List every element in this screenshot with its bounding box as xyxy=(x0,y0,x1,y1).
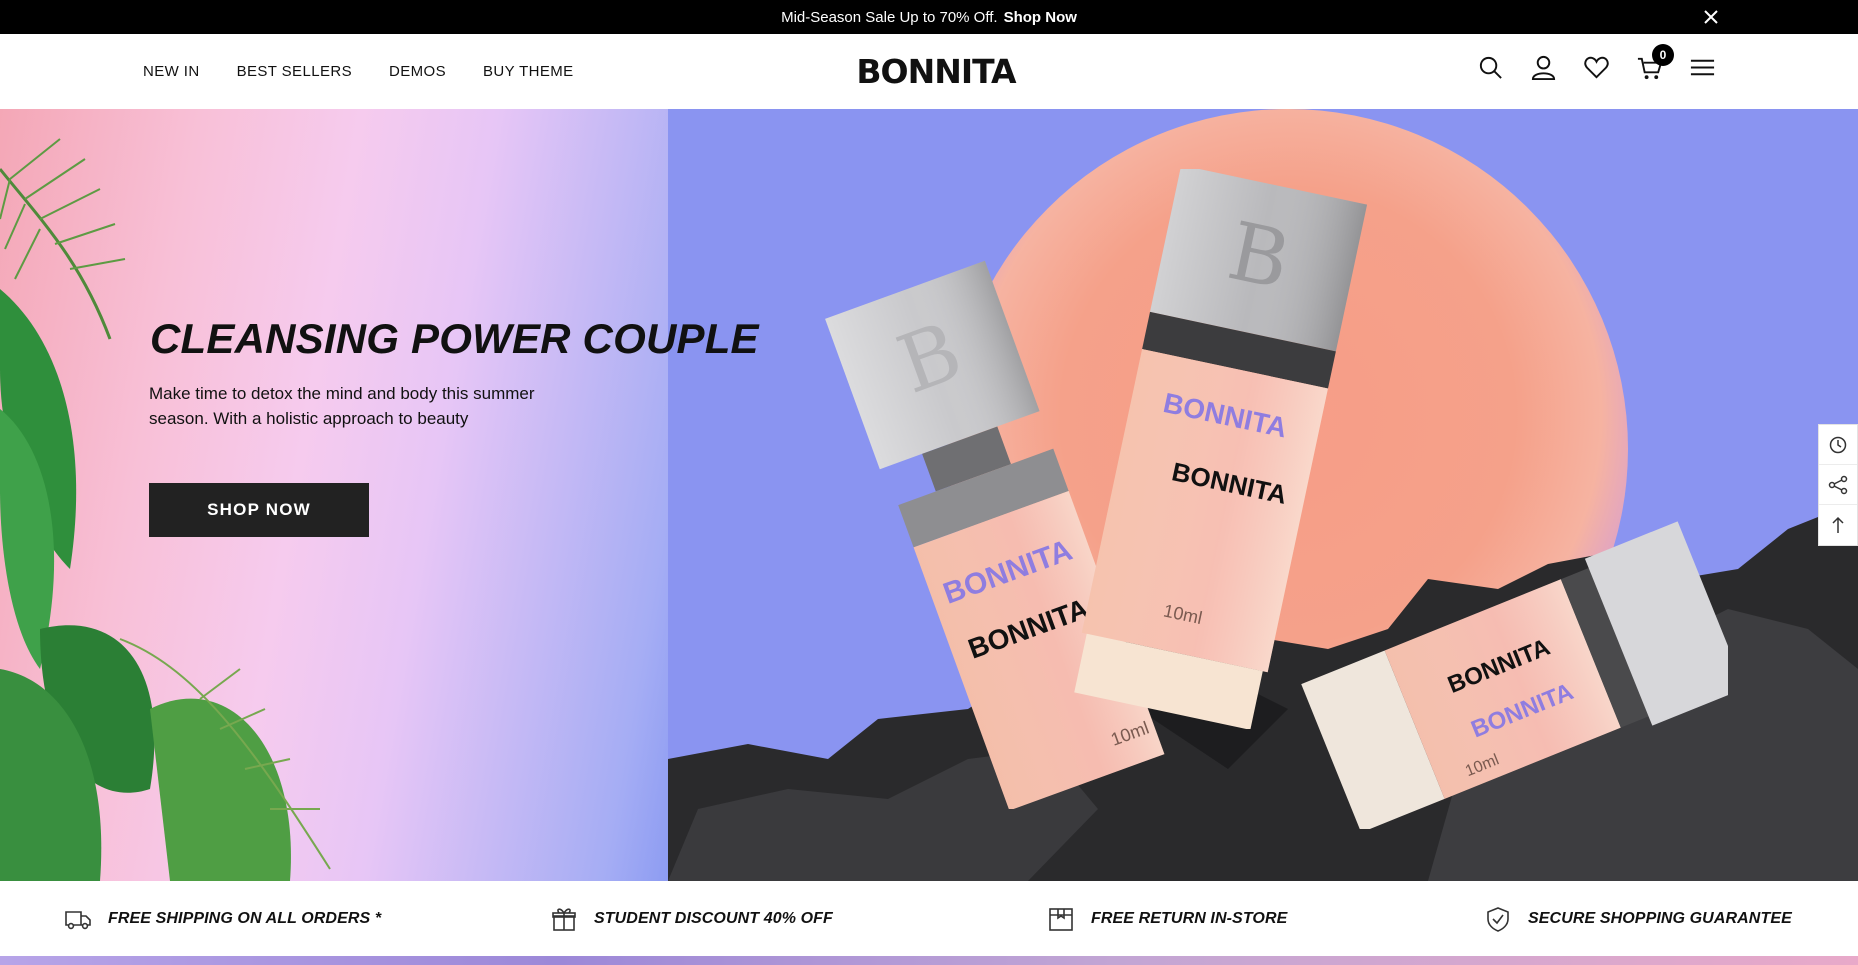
back-to-top-icon xyxy=(1832,516,1844,533)
announcement-text: Mid-Season Sale Up to 70% Off. xyxy=(781,8,998,26)
box-icon xyxy=(1049,908,1073,931)
truck-icon xyxy=(65,911,91,930)
site-logo[interactable]: BONNITA xyxy=(856,52,1016,92)
cart-count-badge: 0 xyxy=(1652,44,1674,66)
nav-item-best-sellers[interactable]: BEST SELLERS xyxy=(237,63,352,80)
site-header: NEW IN BEST SELLERS DEMOS BUY THEME BONN… xyxy=(0,34,1858,109)
recently-viewed-icon xyxy=(1829,436,1847,453)
share-button[interactable] xyxy=(1819,465,1857,505)
back-to-top-button[interactable] xyxy=(1819,505,1857,545)
nav-item-new-in[interactable]: NEW IN xyxy=(143,63,200,80)
shield-check-icon xyxy=(1487,907,1509,932)
hero-banner: B BONNITA BONNITA 10ml B BONNITA BONNITA… xyxy=(0,109,1858,881)
hero-title: CLEANSING POWER COUPLE xyxy=(150,315,759,362)
feature-item: STUDENT DISCOUNT 40% OFF xyxy=(550,905,833,933)
feature-item: FREE RETURN IN-STORE xyxy=(1047,905,1287,933)
nav-item-demos[interactable]: DEMOS xyxy=(389,63,446,80)
wishlist-icon[interactable] xyxy=(1583,54,1610,81)
feature-label: STUDENT DISCOUNT 40% OFF xyxy=(594,910,833,927)
side-toolbar xyxy=(1818,424,1858,546)
announcement-shop-now-link[interactable]: Shop Now xyxy=(1004,9,1077,26)
feature-label: SECURE SHOPPING GUARANTEE xyxy=(1528,910,1792,927)
close-icon[interactable] xyxy=(1702,8,1720,26)
account-icon[interactable] xyxy=(1530,54,1557,81)
announcement-bar: Mid-Season Sale Up to 70% Off. Shop Now xyxy=(0,0,1858,34)
cart-button[interactable]: 0 xyxy=(1636,44,1674,81)
feature-label: FREE RETURN IN-STORE xyxy=(1091,910,1288,927)
menu-icon[interactable] xyxy=(1689,54,1716,81)
shop-now-button[interactable]: SHOP NOW xyxy=(149,483,369,537)
next-section-preview xyxy=(0,956,1858,965)
features-bar: FREE SHIPPING ON ALL ORDERS * STUDENT DI… xyxy=(0,881,1858,956)
main-nav: NEW IN BEST SELLERS DEMOS BUY THEME xyxy=(143,34,574,109)
share-icon xyxy=(1828,475,1848,494)
hero-subtitle: Make time to detox the mind and body thi… xyxy=(149,384,535,428)
nav-item-buy-theme[interactable]: BUY THEME xyxy=(483,63,574,80)
hero-image-panel: B BONNITA BONNITA 10ml B BONNITA BONNITA… xyxy=(668,109,1858,881)
recently-viewed-button[interactable] xyxy=(1819,425,1857,465)
product-bottle-right: BONNITA BONNITA 10ml xyxy=(1301,521,1728,829)
feature-item: SECURE SHOPPING GUARANTEE xyxy=(1484,905,1792,933)
feature-label: FREE SHIPPING ON ALL ORDERS * xyxy=(108,910,382,927)
gift-icon xyxy=(552,908,576,931)
search-icon[interactable] xyxy=(1477,54,1504,81)
header-icons: 0 xyxy=(1477,44,1716,81)
feature-item: FREE SHIPPING ON ALL ORDERS * xyxy=(64,905,381,933)
